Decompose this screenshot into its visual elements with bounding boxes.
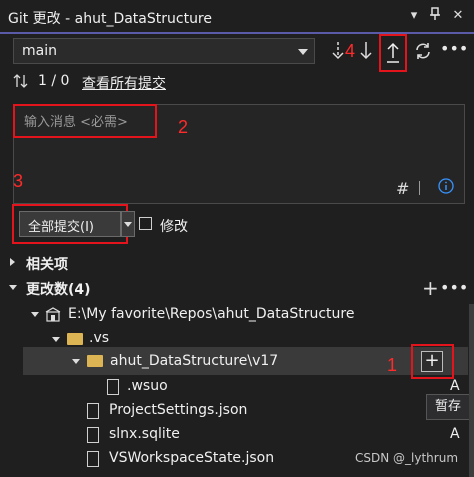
scrollbar[interactable] bbox=[469, 304, 474, 477]
folder-icon bbox=[87, 355, 103, 367]
branch-select[interactable]: main bbox=[13, 38, 315, 64]
chevron-down-icon[interactable] bbox=[31, 312, 39, 317]
pull-icon[interactable] bbox=[358, 40, 374, 62]
file-icon bbox=[107, 379, 119, 395]
file-name[interactable]: .wsuo bbox=[127, 378, 168, 394]
branch-value: main bbox=[22, 43, 57, 59]
view-all-commits-link[interactable]: 查看所有提交 bbox=[82, 73, 166, 93]
file-name[interactable]: ProjectSettings.json bbox=[109, 402, 247, 418]
annotation-box-3: 全部提交(I) bbox=[12, 204, 135, 244]
hash-icon[interactable]: # bbox=[396, 179, 409, 198]
info-icon[interactable] bbox=[438, 178, 454, 194]
json-file-icon bbox=[87, 403, 99, 419]
chevron-down-icon bbox=[124, 222, 132, 227]
folder-vs[interactable]: .vs bbox=[89, 330, 109, 346]
annotation-4: 4 bbox=[345, 41, 356, 61]
file-status: A bbox=[450, 378, 460, 394]
section-changes[interactable]: 更改数(4) bbox=[26, 279, 91, 299]
chevron-down-icon bbox=[298, 49, 308, 55]
fetch-icon[interactable] bbox=[330, 40, 346, 62]
commit-all-button[interactable]: 全部提交(I) bbox=[19, 211, 121, 237]
folder-subfolder[interactable]: ahut_DataStructure\v17 bbox=[110, 353, 278, 369]
file-icon bbox=[87, 427, 99, 443]
pin-icon[interactable] bbox=[426, 7, 444, 25]
repo-path[interactable]: E:\My favorite\Repos\ahut_DataStructure bbox=[68, 306, 354, 322]
sync-icon[interactable] bbox=[413, 41, 433, 61]
push-button[interactable] bbox=[379, 34, 407, 72]
stage-button[interactable]: + bbox=[411, 344, 454, 379]
folder-icon bbox=[67, 333, 83, 345]
divider bbox=[419, 181, 420, 195]
close-icon[interactable]: ✕ bbox=[449, 7, 467, 25]
window-title: Git 更改 - ahut_DataStructure bbox=[8, 11, 212, 27]
chevron-down-icon[interactable] bbox=[72, 359, 80, 364]
outgoing-incoming-icon bbox=[13, 72, 29, 90]
annotation-3: 3 bbox=[13, 171, 24, 191]
commit-dropdown-button[interactable] bbox=[121, 211, 135, 237]
file-name[interactable]: slnx.sqlite bbox=[109, 426, 180, 442]
amend-checkbox[interactable] bbox=[139, 217, 152, 230]
watermark: CSDN @_lythrum bbox=[355, 451, 459, 465]
commit-all-label: 全部提交(I) bbox=[28, 220, 94, 235]
sync-counts: 1 / 0 bbox=[38, 73, 70, 89]
file-status: A bbox=[450, 426, 460, 442]
json-file-icon bbox=[87, 451, 99, 467]
more-icon[interactable]: ••• bbox=[440, 280, 468, 296]
chevron-down-icon[interactable]: ▾ bbox=[405, 7, 423, 25]
annotation-2: 2 bbox=[178, 117, 189, 137]
annotation-1: 1 bbox=[387, 355, 398, 375]
amend-label: 修改 bbox=[160, 219, 188, 235]
stage-tooltip: 暂存 bbox=[426, 394, 470, 420]
file-name[interactable]: VSWorkspaceState.json bbox=[109, 450, 274, 466]
chevron-right-icon[interactable] bbox=[10, 258, 15, 266]
chevron-down-icon[interactable] bbox=[9, 285, 17, 290]
section-related[interactable]: 相关项 bbox=[26, 254, 68, 274]
commit-message-placeholder: 输入消息 <必需> bbox=[24, 115, 128, 130]
repository-icon bbox=[45, 307, 61, 323]
plus-icon[interactable]: + bbox=[422, 276, 439, 300]
push-icon bbox=[385, 42, 401, 68]
chevron-down-icon[interactable] bbox=[52, 337, 60, 342]
more-icon[interactable]: ••• bbox=[440, 41, 468, 58]
plus-icon: + bbox=[421, 351, 443, 372]
